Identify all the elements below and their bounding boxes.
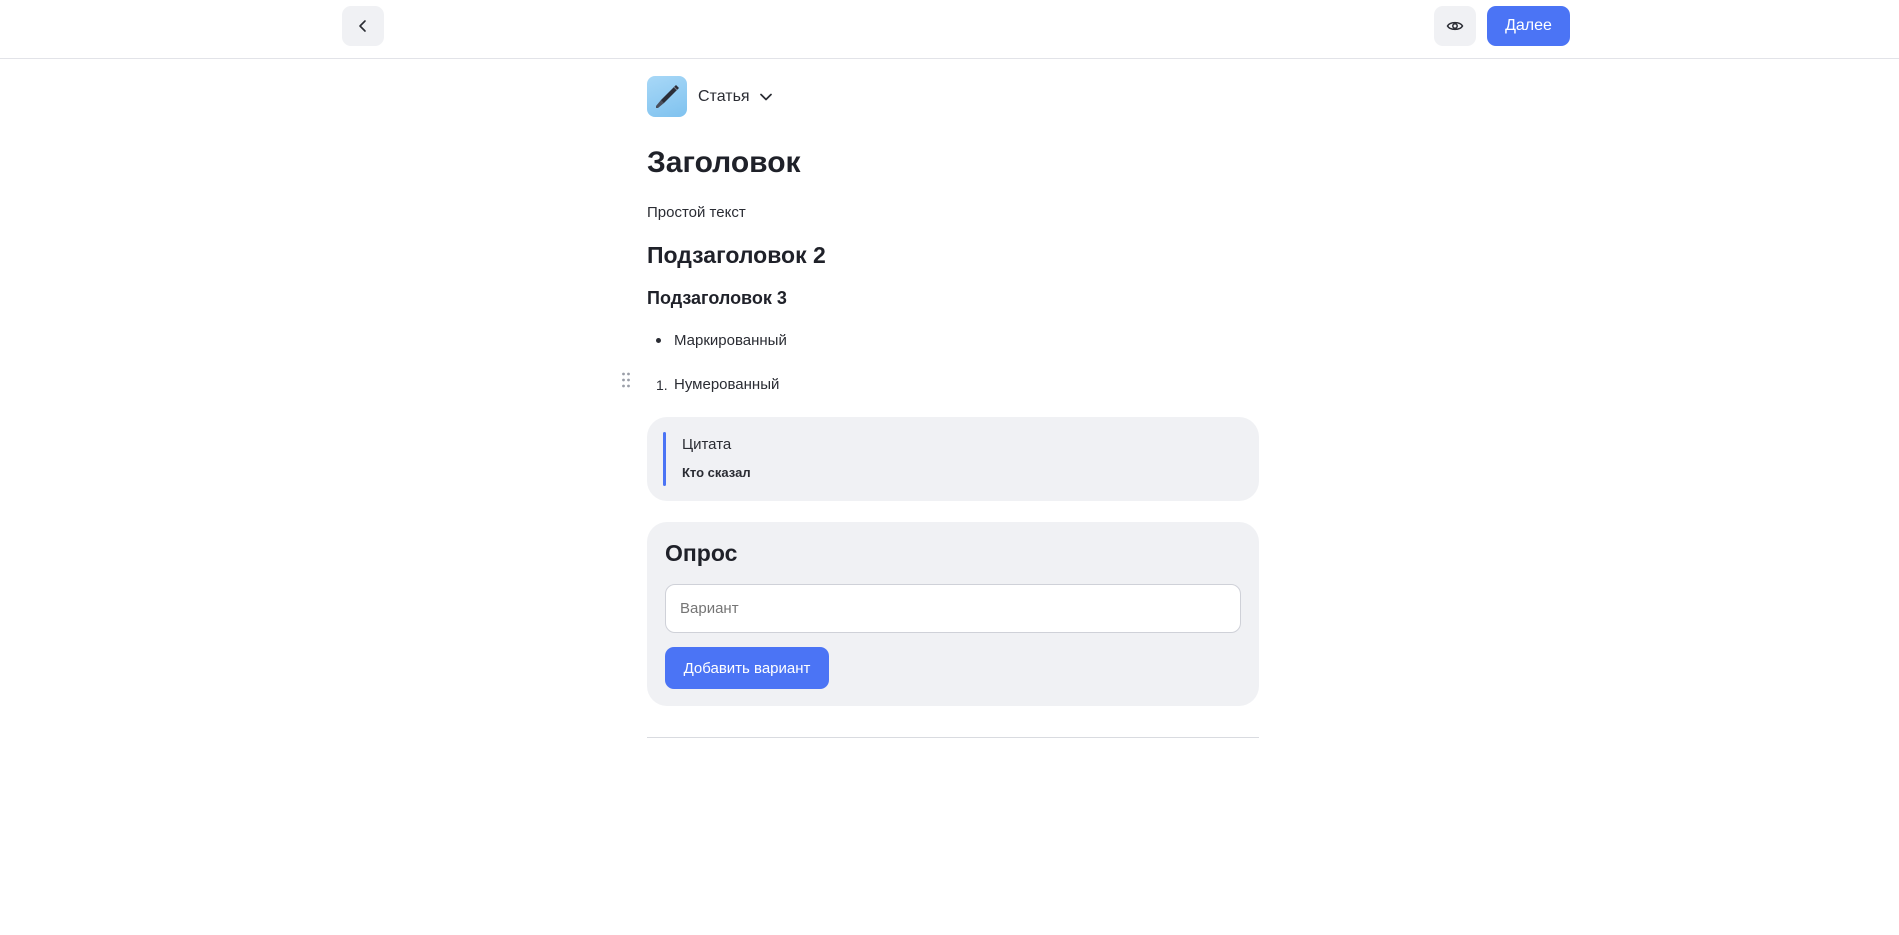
bullet-item-text: Маркированный [674,332,787,349]
numbered-item-text: Нумерованный [674,376,780,393]
eye-icon [1446,21,1464,31]
heading-2[interactable]: Подзаголовок 2 [647,242,826,269]
quote-text[interactable]: Цитата [682,436,731,453]
pen-icon [647,76,687,117]
quote-block[interactable]: Цитата Кто сказал [647,417,1259,501]
paragraph[interactable]: Простой текст [647,204,746,221]
numbered-list-item[interactable]: 1. Нумерованный [647,376,779,393]
quote-accent-bar [663,432,666,486]
poll-block: Опрос Добавить вариант [647,522,1259,706]
preview-button[interactable] [1434,6,1476,46]
post-type-selector[interactable]: Статья [647,76,773,117]
drag-handle-icon[interactable] [619,370,633,390]
bullet-list-item[interactable]: Маркированный [647,332,787,349]
add-option-button[interactable]: Добавить вариант [665,647,829,689]
heading-1[interactable]: Заголовок [647,146,801,180]
bullet-marker [656,338,661,343]
editor-content: Статья Заголовок Простой текст Подзаголо… [622,0,1259,935]
chevron-down-icon [759,92,773,102]
chevron-left-icon [359,20,366,32]
heading-3[interactable]: Подзаголовок 3 [647,288,787,309]
poll-title[interactable]: Опрос [665,540,737,567]
poll-option-input[interactable] [665,584,1241,633]
quote-author[interactable]: Кто сказал [682,465,751,480]
number-marker: 1. [656,376,668,393]
divider [647,737,1259,738]
back-button[interactable] [342,6,384,46]
post-type-label: Статья [698,87,750,105]
next-button[interactable]: Далее [1487,6,1570,46]
